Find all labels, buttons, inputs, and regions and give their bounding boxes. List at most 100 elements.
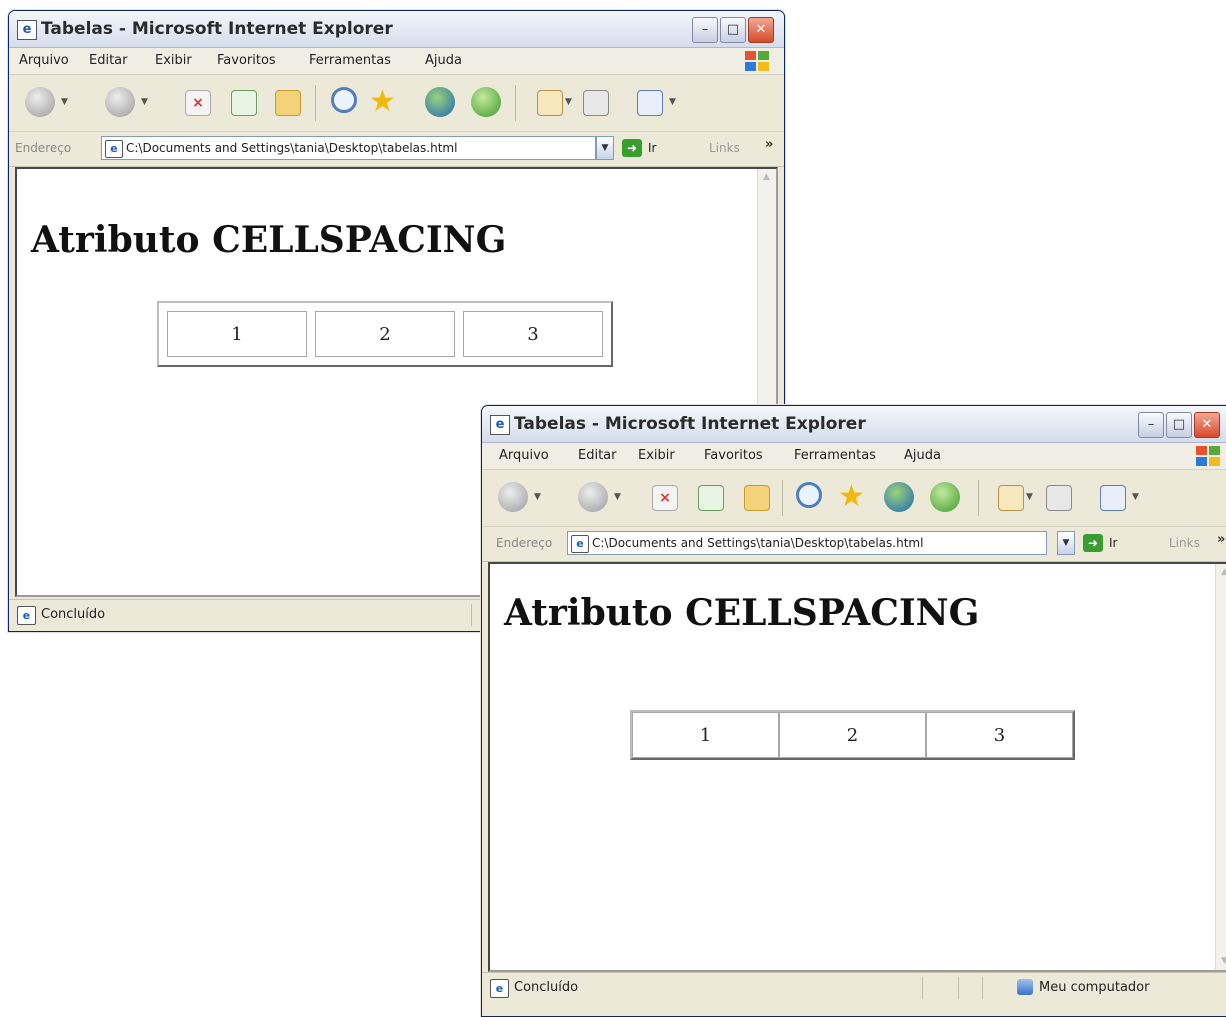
menu-ferramentas[interactable]: Ferramentas xyxy=(309,53,391,68)
address-dropdown-icon[interactable]: ▼ xyxy=(1057,531,1075,555)
history-icon[interactable] xyxy=(471,87,501,117)
menu-favoritos[interactable]: Favoritos xyxy=(217,53,276,68)
demo-table: 1 2 3 xyxy=(630,710,1075,760)
table-cell: 2 xyxy=(779,712,926,758)
back-button-icon[interactable] xyxy=(25,87,55,117)
menu-ajuda[interactable]: Ajuda xyxy=(425,53,462,68)
chevron-right-icon[interactable]: » xyxy=(1217,532,1225,547)
menu-editar[interactable]: Editar xyxy=(89,53,128,68)
status-divider xyxy=(982,977,983,999)
media-globe-icon[interactable] xyxy=(884,482,914,512)
address-input[interactable]: e C:\Documents and Settings\tania\Deskto… xyxy=(101,136,596,160)
address-label: Endereço xyxy=(496,536,553,550)
back-dropdown-icon[interactable]: ▼ xyxy=(534,492,541,502)
refresh-icon[interactable] xyxy=(231,90,257,116)
status-divider xyxy=(471,604,472,626)
forward-button-icon[interactable] xyxy=(105,87,135,117)
maximize-button[interactable]: □ xyxy=(1166,412,1192,438)
address-label: Endereço xyxy=(15,141,72,155)
title-bar[interactable]: e Tabelas - Microsoft Internet Explorer … xyxy=(9,11,784,48)
menu-arquivo[interactable]: Arquivo xyxy=(499,448,549,463)
menu-ajuda[interactable]: Ajuda xyxy=(904,448,941,463)
back-button-icon[interactable] xyxy=(498,482,528,512)
print-icon[interactable] xyxy=(583,90,609,116)
title-bar[interactable]: e Tabelas - Microsoft Internet Explorer … xyxy=(482,406,1226,443)
address-value: C:\Documents and Settings\tania\Desktop\… xyxy=(592,536,924,550)
windows-logo-icon xyxy=(1195,445,1225,467)
status-text: Concluído xyxy=(514,980,579,995)
table-cell: 3 xyxy=(926,712,1073,758)
toolbar-separator xyxy=(315,85,316,121)
forward-dropdown-icon[interactable]: ▼ xyxy=(141,97,148,107)
scroll-up-icon[interactable]: ▲ xyxy=(760,171,773,184)
go-button[interactable]: Ir xyxy=(648,141,656,155)
favorites-star-icon[interactable]: ★ xyxy=(369,87,396,117)
toolbar: ▼ ▼ × ★ ▼ ▼ xyxy=(9,75,784,132)
edit-icon[interactable] xyxy=(1100,485,1126,511)
mail-dropdown-icon[interactable]: ▼ xyxy=(1026,492,1033,502)
page-icon: e xyxy=(105,140,123,158)
history-icon[interactable] xyxy=(930,482,960,512)
page-status-icon: e xyxy=(17,606,36,625)
links-button[interactable]: Links xyxy=(1169,536,1200,550)
status-bar: e Concluído Meu computador xyxy=(482,972,1226,1003)
forward-button-icon[interactable] xyxy=(578,482,608,512)
status-divider xyxy=(922,977,923,999)
mail-dropdown-icon[interactable]: ▼ xyxy=(565,97,572,107)
toolbar: ▼ ▼ × ★ ▼ ▼ xyxy=(482,470,1226,527)
toolbar-separator xyxy=(515,85,516,121)
status-text: Concluído xyxy=(41,607,106,622)
media-globe-icon[interactable] xyxy=(425,87,455,117)
computer-zone-icon xyxy=(1017,979,1033,995)
minimize-button[interactable]: – xyxy=(1138,412,1164,438)
close-button[interactable]: ✕ xyxy=(1194,412,1220,438)
windows-logo-icon xyxy=(744,50,774,72)
menu-editar[interactable]: Editar xyxy=(578,448,617,463)
edit-dropdown-icon[interactable]: ▼ xyxy=(1132,492,1139,502)
menu-ferramentas[interactable]: Ferramentas xyxy=(794,448,876,463)
scroll-down-icon[interactable]: ▼ xyxy=(1218,955,1226,968)
table-cell: 3 xyxy=(463,311,603,357)
page-content: Atributo CELLSPACING 1 2 3 ▲ ▼ xyxy=(488,562,1226,972)
print-icon[interactable] xyxy=(1046,485,1072,511)
page-heading: Atributo CELLSPACING xyxy=(31,219,507,261)
favorites-star-icon[interactable]: ★ xyxy=(838,482,865,512)
back-dropdown-icon[interactable]: ▼ xyxy=(61,97,68,107)
home-icon[interactable] xyxy=(744,485,770,511)
close-button[interactable]: ✕ xyxy=(748,17,774,43)
search-icon[interactable] xyxy=(796,482,822,508)
maximize-button[interactable]: □ xyxy=(720,17,746,43)
menu-exibir[interactable]: Exibir xyxy=(638,448,675,463)
search-icon[interactable] xyxy=(331,87,357,113)
edit-dropdown-icon[interactable]: ▼ xyxy=(669,97,676,107)
scrollbar[interactable]: ▲ ▼ xyxy=(1215,564,1226,970)
window-title: Tabelas - Microsoft Internet Explorer xyxy=(514,414,866,434)
refresh-icon[interactable] xyxy=(698,485,724,511)
go-arrow-icon[interactable]: ➜ xyxy=(1083,534,1103,552)
page-heading: Atributo CELLSPACING xyxy=(504,592,980,634)
stop-icon[interactable]: × xyxy=(185,90,211,116)
edit-icon[interactable] xyxy=(637,90,663,116)
menu-arquivo[interactable]: Arquivo xyxy=(19,53,69,68)
go-arrow-icon[interactable]: ➜ xyxy=(622,139,642,157)
address-bar: Endereço e C:\Documents and Settings\tan… xyxy=(482,527,1226,562)
go-button[interactable]: Ir xyxy=(1109,536,1117,550)
address-value: C:\Documents and Settings\tania\Desktop\… xyxy=(126,141,458,155)
window-title: Tabelas - Microsoft Internet Explorer xyxy=(41,19,393,39)
menu-favoritos[interactable]: Favoritos xyxy=(704,448,763,463)
mail-icon[interactable] xyxy=(998,485,1024,511)
forward-dropdown-icon[interactable]: ▼ xyxy=(614,492,621,502)
chevron-right-icon[interactable]: » xyxy=(765,137,773,152)
stop-icon[interactable]: × xyxy=(652,485,678,511)
address-dropdown-icon[interactable]: ▼ xyxy=(596,136,614,160)
toolbar-separator xyxy=(782,480,783,516)
menu-exibir[interactable]: Exibir xyxy=(155,53,192,68)
links-button[interactable]: Links xyxy=(709,141,740,155)
scroll-up-icon[interactable]: ▲ xyxy=(1218,566,1226,579)
home-icon[interactable] xyxy=(275,90,301,116)
address-input[interactable]: e C:\Documents and Settings\tania\Deskto… xyxy=(567,531,1047,555)
menu-bar: Arquivo Editar Exibir Favoritos Ferramen… xyxy=(9,48,784,75)
ie-icon: e xyxy=(17,20,37,40)
mail-icon[interactable] xyxy=(537,90,563,116)
minimize-button[interactable]: – xyxy=(692,17,718,43)
